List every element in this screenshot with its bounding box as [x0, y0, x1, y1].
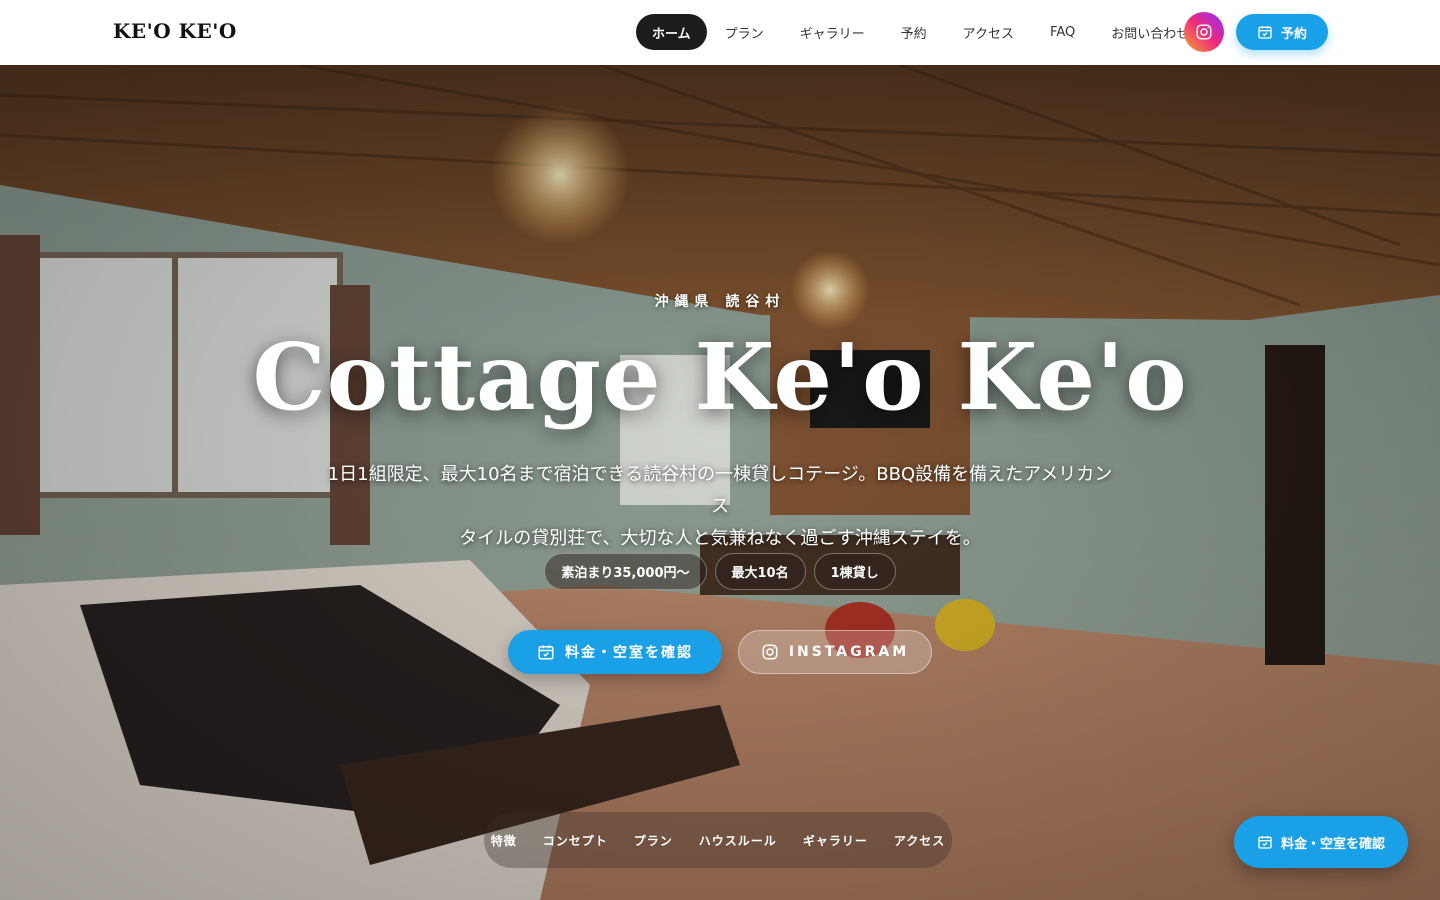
price-chip: 素泊まり35,000円〜 [544, 553, 707, 590]
nav-item-reserve[interactable]: 予約 [883, 14, 945, 50]
calendar-icon [1257, 24, 1273, 40]
capacity-chip: 最大10名 [714, 553, 806, 590]
hero-cta-row: 料金・空室を確認 INSTAGRAM [508, 630, 932, 674]
nav-item-home[interactable]: ホーム [636, 14, 707, 50]
nav-item-access[interactable]: アクセス [945, 14, 1032, 50]
instagram-icon [761, 643, 779, 661]
main-nav: ホーム プラン ギャラリー 予約 アクセス FAQ お問い合わせ [636, 14, 1207, 50]
floating-availability-button[interactable]: 料金・空室を確認 [1234, 816, 1408, 868]
nav-item-gallery[interactable]: ギャラリー [782, 14, 883, 50]
hero-description-line-2: タイルの貸別荘で、大切な人と気兼ねなく過ごす沖縄ステイを。 [459, 528, 981, 549]
subnav-item-gallery[interactable]: ギャラリー [803, 832, 868, 849]
calendar-icon [537, 643, 555, 661]
hero-description: 1日1組限定、最大10名まで宿泊できる読谷村の一棟貸しコテージ。BBQ設備を備え… [320, 459, 1120, 555]
floating-availability-label: 料金・空室を確認 [1280, 836, 1385, 852]
check-availability-button[interactable]: 料金・空室を確認 [508, 630, 722, 674]
instagram-button[interactable] [1184, 12, 1224, 52]
check-availability-label: 料金・空室を確認 [565, 645, 693, 661]
private-rental-chip: 1棟貸し [813, 553, 896, 590]
site-header: KE'O KE'O ホーム プラン ギャラリー 予約 アクセス FAQ お問い合… [0, 0, 1440, 65]
subnav-item-features[interactable]: 特徴 [491, 832, 517, 849]
reserve-button[interactable]: 予約 [1236, 14, 1328, 50]
nav-item-plan[interactable]: プラン [707, 14, 782, 50]
hero-title: Cottage Ke'o Ke'o [252, 323, 1188, 431]
subnav-item-access[interactable]: アクセス [894, 832, 945, 849]
hero-description-line-1: 1日1組限定、最大10名まで宿泊できる読谷村の一棟貸しコテージ。BBQ設備を備え… [327, 464, 1113, 517]
instagram-cta-label: INSTAGRAM [788, 644, 910, 660]
section-subnav: 特徴 コンセプト プラン ハウスルール ギャラリー アクセス [484, 812, 952, 868]
hero-section: 沖縄県 読谷村 Cottage Ke'o Ke'o 1日1組限定、最大10名まで… [0, 65, 1440, 900]
site-logo[interactable]: KE'O KE'O [113, 19, 237, 43]
hero-location: 沖縄県 読谷村 [654, 294, 786, 310]
nav-item-faq[interactable]: FAQ [1032, 14, 1093, 50]
instagram-cta-button[interactable]: INSTAGRAM [738, 630, 932, 674]
subnav-item-concept[interactable]: コンセプト [543, 832, 608, 849]
instagram-icon [1195, 23, 1213, 41]
subnav-item-house-rules[interactable]: ハウスルール [699, 832, 777, 849]
subnav-item-plan[interactable]: プラン [634, 832, 673, 849]
reserve-button-label: 予約 [1280, 26, 1307, 42]
calendar-icon [1257, 834, 1273, 850]
hero-chips: 素泊まり35,000円〜 最大10名 1棟貸し [0, 553, 1440, 590]
